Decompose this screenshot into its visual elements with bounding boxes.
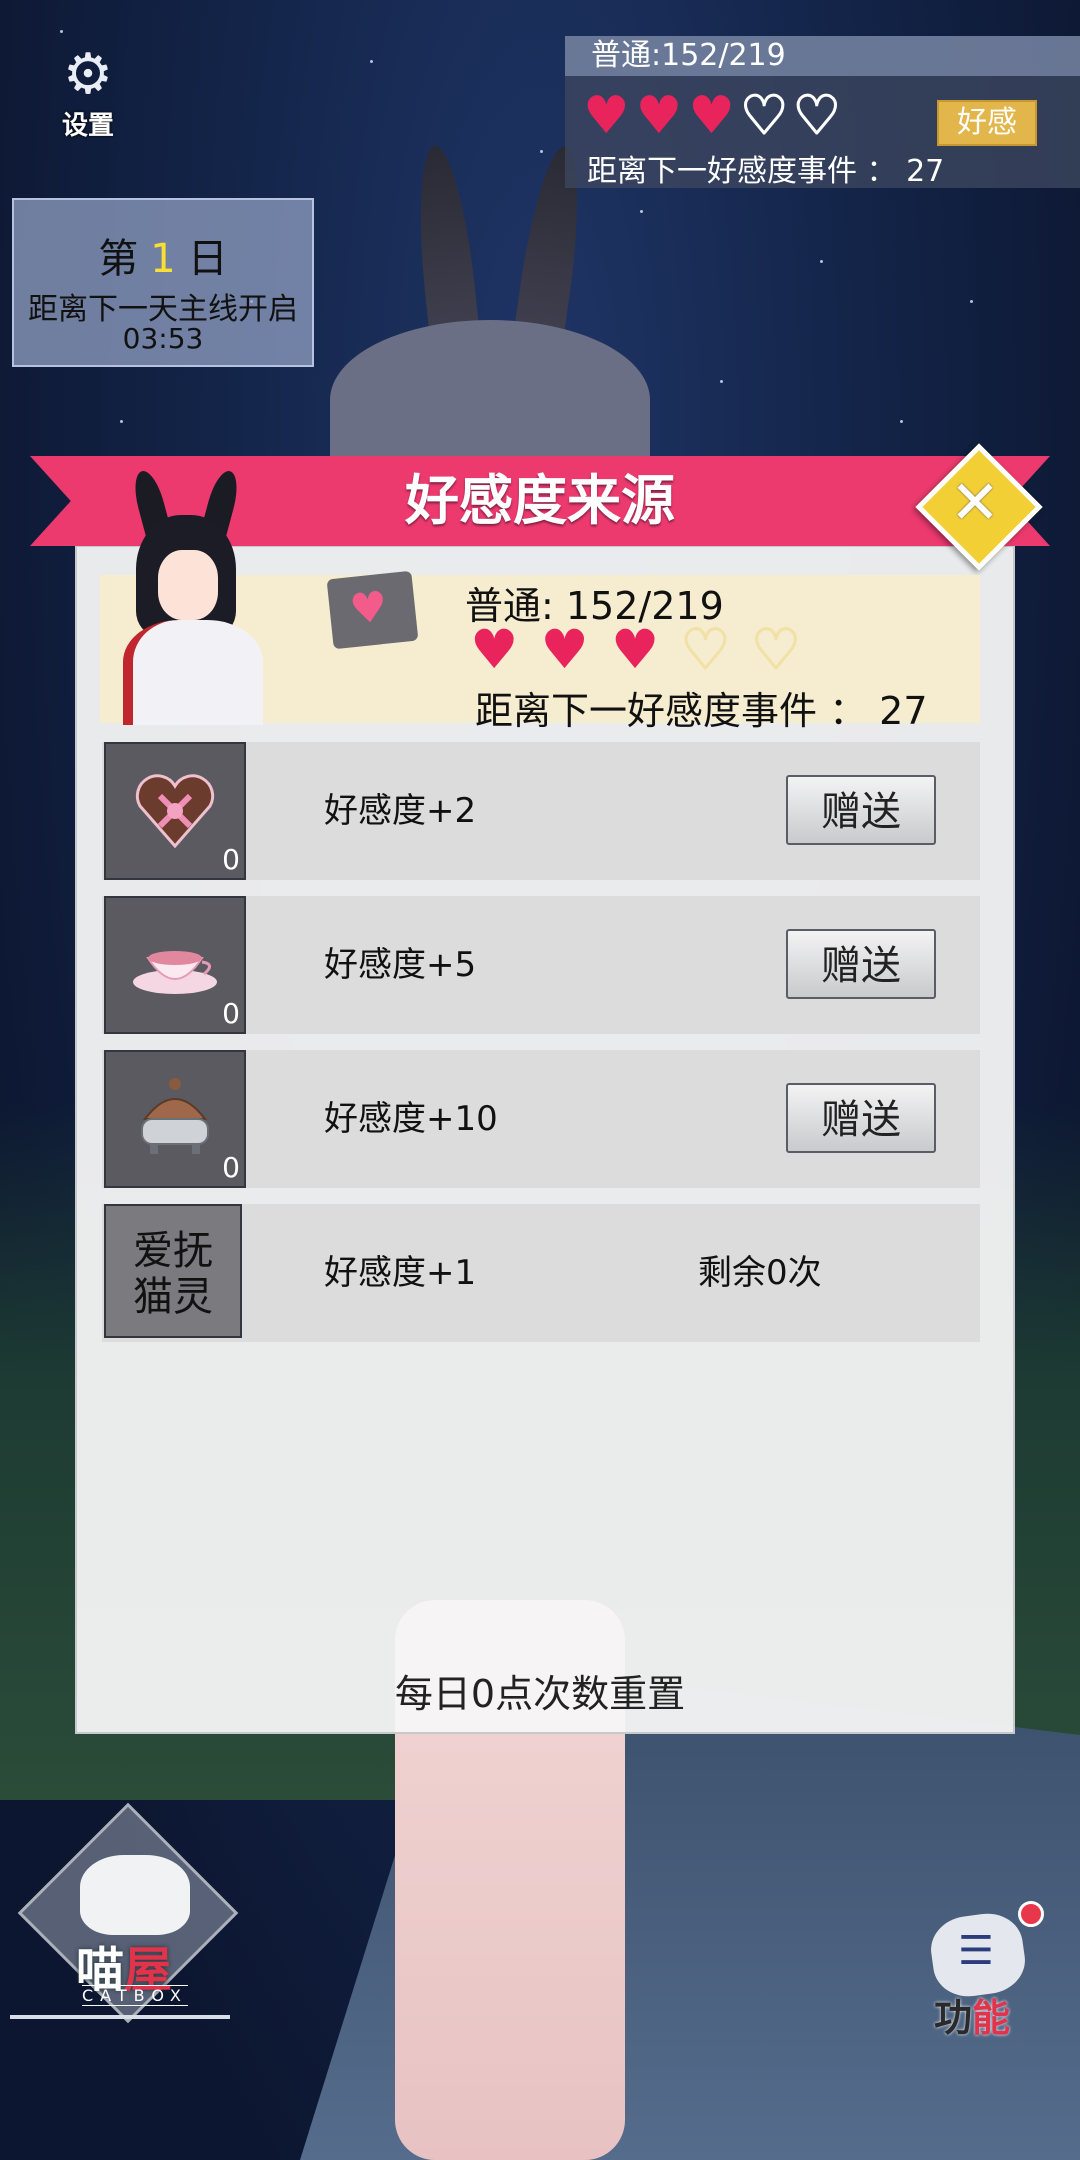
gift-count: 0	[222, 1151, 240, 1184]
settings-button[interactable]: ⚙ 设置	[48, 45, 128, 142]
gift-label: 好感度+2	[324, 791, 477, 831]
affection-panel: 普通:152/219 ♥ ♥ ♥ ♥ ♥ 好感 距离下一好感度事件 ： 27	[565, 36, 1080, 189]
cat-icon	[80, 1855, 190, 1935]
affection-hearts: ♥ ♥ ♥ ♥ ♥	[583, 86, 842, 146]
pet-spirit-row: 爱抚 猫灵 好感度+1 剩余0次	[102, 1204, 980, 1342]
gift-count: 0	[222, 843, 240, 876]
pet-label: 好感度+1	[324, 1253, 477, 1293]
portrait-face	[158, 550, 218, 620]
gift-label: 好感度+10	[324, 1099, 498, 1139]
incense-burner-icon: 0	[104, 1050, 246, 1188]
character-portrait	[108, 467, 268, 725]
catbox-sublabel: CATBOX	[82, 1985, 188, 2006]
send-button[interactable]: 赠送	[786, 1083, 936, 1153]
teacup-icon: 0	[104, 896, 246, 1034]
chocolate-heart-box-graphic	[135, 774, 215, 849]
day-prefix: 第	[98, 236, 139, 282]
gift-row-incense: 0 好感度+10 赠送	[102, 1050, 980, 1188]
pet-remaining: 剩余0次	[698, 1253, 822, 1293]
gift-row-tea: 0 好感度+5 赠送	[102, 896, 980, 1034]
heart-filled-icon: ♥	[610, 618, 660, 681]
heart-filled-icon: ♥	[540, 618, 589, 681]
notification-dot-icon	[1018, 1901, 1044, 1927]
close-icon: ✕	[949, 468, 1001, 538]
send-button[interactable]: 赠送	[786, 775, 936, 845]
heart-filled-icon: ♥	[635, 86, 683, 146]
settings-label: 设置	[61, 111, 114, 141]
heart-empty-icon: ♥	[792, 86, 842, 146]
heart-empty-icon: ♥	[739, 86, 789, 146]
heart-sticker-icon: ♥	[347, 581, 390, 635]
day-panel: 第1日 距离下一天主线开启 03:53	[12, 198, 314, 367]
menu-lines-icon: ☰	[958, 1928, 994, 1974]
heart-filled-icon: ♥	[470, 618, 519, 681]
gear-icon: ⚙	[62, 42, 114, 107]
speech-bubble: ♥	[326, 570, 419, 650]
pet-spirit-icon[interactable]: 爱抚 猫灵	[104, 1204, 242, 1338]
reset-note: 每日0点次数重置	[394, 1672, 686, 1716]
next-event-text: 距离下一好感度事件 ： 27	[587, 154, 945, 189]
heart-empty-icon: ♥	[750, 618, 801, 681]
banner-next-event: 距离下一好感度事件 ： 27	[475, 689, 928, 733]
gift-label: 好感度+5	[324, 945, 477, 985]
function-label: 功能	[934, 1987, 1010, 2042]
catbox-button[interactable]: 喵屋 CATBOX	[10, 1802, 250, 2025]
day-countdown: 03:53	[122, 322, 204, 355]
function-label-main: 功	[934, 1996, 973, 2040]
gift-count: 0	[222, 997, 240, 1030]
heart-filled-icon: ♥	[583, 86, 630, 146]
heart-filled-icon: ♥	[688, 86, 735, 146]
send-button[interactable]: 赠送	[786, 929, 936, 999]
day-counter: 第1日	[14, 226, 312, 284]
chocolate-heart-box-icon: 0	[104, 742, 246, 880]
gift-row-chocolate: 0 好感度+2 赠送	[102, 742, 980, 880]
incense-burner-graphic	[141, 1078, 209, 1154]
affection-button[interactable]: 好感	[937, 100, 1037, 146]
function-label-accent: 能	[972, 1996, 1011, 2040]
catbox-divider	[10, 2015, 230, 2019]
close-button[interactable]: ✕	[915, 443, 1043, 571]
banner-hearts: ♥ ♥ ♥ ♥ ♥	[470, 618, 802, 681]
function-button[interactable]: ☰ 功能	[920, 1895, 1044, 2045]
day-suffix: 日	[187, 236, 228, 282]
affection-status: 普通:152/219	[565, 36, 1080, 76]
teacup-graphic	[133, 951, 217, 994]
portrait-body	[123, 620, 263, 725]
day-number: 1	[150, 236, 176, 282]
heart-empty-icon: ♥	[680, 618, 731, 681]
